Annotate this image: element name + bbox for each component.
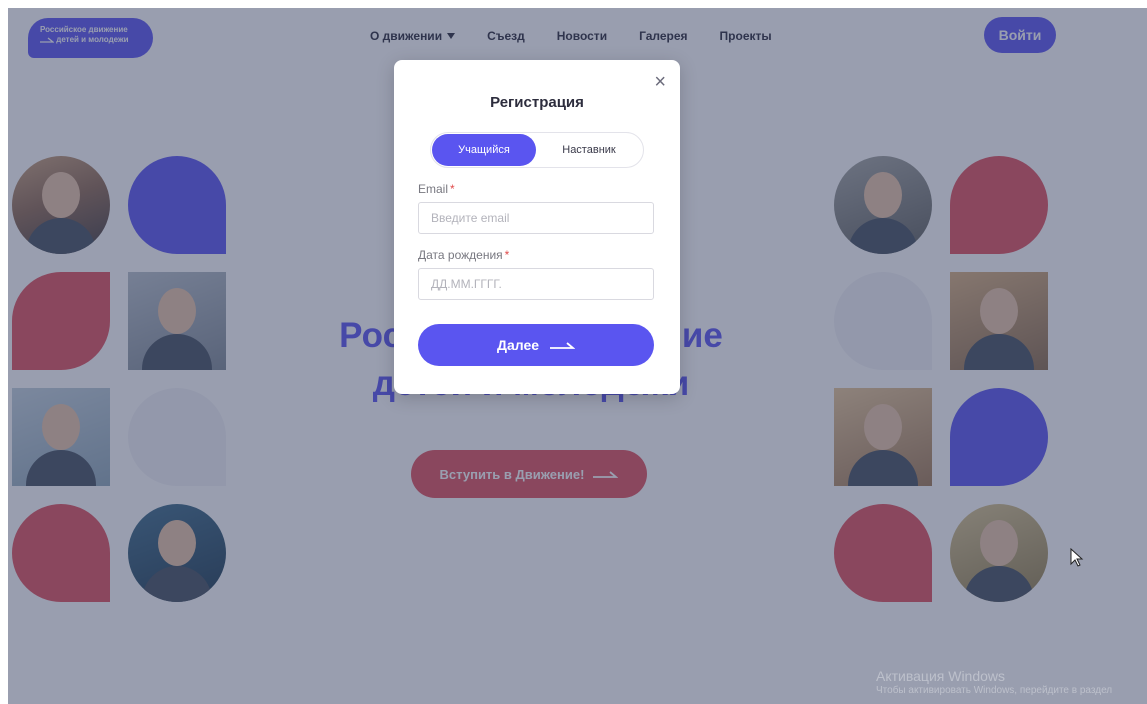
birth-date-label: Дата рождения * bbox=[418, 248, 509, 262]
required-mark: * bbox=[450, 182, 455, 196]
required-mark: * bbox=[504, 248, 510, 262]
tab-student[interactable]: Учащийся bbox=[432, 134, 536, 166]
arrow-right-icon bbox=[550, 342, 576, 349]
next-button[interactable]: Далее bbox=[418, 324, 654, 366]
birth-date-label-text: Дата рождения bbox=[418, 248, 503, 262]
role-toggle: Учащийся Наставник bbox=[430, 132, 644, 168]
modal-title: Регистрация bbox=[490, 94, 584, 111]
email-label: Email * bbox=[418, 182, 455, 196]
registration-modal: × Регистрация Учащийся Наставник Email * … bbox=[394, 60, 680, 394]
tab-mentor[interactable]: Наставник bbox=[537, 134, 641, 166]
windows-activation-watermark: Активация Windows Чтобы активировать Win… bbox=[876, 668, 1112, 698]
next-button-label: Далее bbox=[496, 337, 540, 353]
page: Российское движение детей и молодежи О д… bbox=[8, 8, 1147, 704]
watermark-line-1: Активация Windows bbox=[876, 668, 1006, 684]
watermark-line-2: Чтобы активировать Windows, перейдите в … bbox=[876, 685, 1113, 696]
birth-date-field[interactable] bbox=[418, 268, 654, 300]
email-field[interactable] bbox=[418, 202, 654, 234]
email-label-text: Email bbox=[418, 182, 449, 196]
close-icon[interactable]: × bbox=[654, 72, 666, 92]
mouse-cursor-icon bbox=[1070, 548, 1084, 567]
